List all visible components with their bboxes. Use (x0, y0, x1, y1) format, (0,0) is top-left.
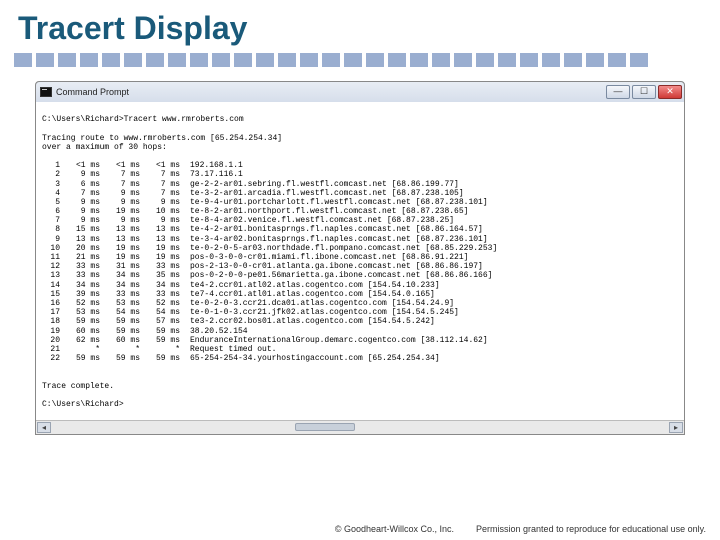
trace-hop-row: 1020 ms19 ms19 mste-0-2-0-5-ar03.northda… (42, 244, 678, 253)
scroll-right-arrow[interactable]: ▸ (669, 422, 683, 433)
copyright-text: © Goodheart-Willcox Co., Inc. (335, 524, 454, 534)
trace-hop-row: 1652 ms53 ms52 mste-0-2-0-3.ccr21.dca01.… (42, 299, 678, 308)
trace-hop-row: 36 ms7 ms7 msge-2-2-ar01.sebring.fl.west… (42, 180, 678, 189)
permission-text: Permission granted to reproduce for educ… (476, 524, 706, 534)
window-titlebar: Command Prompt — ☐ ✕ (36, 82, 684, 102)
cmd-icon (40, 87, 52, 97)
trace-hop-row: 79 ms9 ms9 mste-8-4-ar02.venice.fl.westf… (42, 216, 678, 225)
terminal-output: C:\Users\Richard>Tracert www.rmroberts.c… (36, 102, 684, 420)
divider (0, 53, 720, 67)
trace-hop-row: 2062 ms60 ms59 msEnduranceInternationalG… (42, 336, 678, 345)
trace-intro: Tracing route to www.rmroberts.com [65.2… (42, 134, 282, 143)
trace-hop-row: 59 ms9 ms9 mste-9-4-ur01.portcharlott.fl… (42, 198, 678, 207)
window-title: Command Prompt (56, 87, 129, 97)
maximize-button[interactable]: ☐ (632, 85, 656, 99)
trace-hop-row: 1434 ms34 ms34 mste4-2.ccr01.atl02.atlas… (42, 281, 678, 290)
trace-hop-row: 1753 ms54 ms54 mste-0-1-0-3.ccr21.jfk02.… (42, 308, 678, 317)
trace-intro-2: over a maximum of 30 hops: (42, 143, 167, 152)
trace-hop-row: 1233 ms31 ms33 mspos-2-13-0-0-cr01.atlan… (42, 262, 678, 271)
slide-footer: © Goodheart-Willcox Co., Inc. Permission… (335, 524, 706, 534)
minimize-button[interactable]: — (606, 85, 630, 99)
trace-hop-row: 815 ms13 ms13 mste-4-2-ar01.bonitasprngs… (42, 225, 678, 234)
trace-hop-row: 2259 ms59 ms59 ms65-254-254-34.yourhosti… (42, 354, 678, 363)
prompt-line-2: C:\Users\Richard> (42, 400, 124, 409)
trace-hop-row: 913 ms13 ms13 mste-3-4-ar02.bonitasprngs… (42, 235, 678, 244)
trace-hop-row: 1859 ms59 ms57 mste3-2.ccr02.bos01.atlas… (42, 317, 678, 326)
trace-hop-row: 47 ms9 ms7 mste-3-2-ar01.arcadia.fl.west… (42, 189, 678, 198)
horizontal-scrollbar[interactable]: ◂ ▸ (36, 420, 684, 434)
scroll-thumb[interactable] (295, 423, 355, 431)
close-button[interactable]: ✕ (658, 85, 682, 99)
trace-complete: Trace complete. (42, 382, 114, 391)
trace-hop-row: 1<1 ms<1 ms<1 ms192.168.1.1 (42, 161, 678, 170)
trace-hop-row: 1121 ms19 ms19 mspos-0-3-0-0-cr01.miami.… (42, 253, 678, 262)
trace-hop-row: 69 ms19 ms10 mste-8-2-ar01.northport.fl.… (42, 207, 678, 216)
slide-title: Tracert Display (0, 0, 720, 53)
trace-hop-row: 21***Request timed out. (42, 345, 678, 354)
prompt-line: C:\Users\Richard>Tracert www.rmroberts.c… (42, 115, 244, 124)
trace-hop-row: 1333 ms34 ms35 mspos-0-2-0-0-pe01.56mari… (42, 271, 678, 280)
trace-hop-row: 1539 ms33 ms33 mste7-4.ccr01.atl01.atlas… (42, 290, 678, 299)
trace-hop-row: 29 ms7 ms7 ms73.17.116.1 (42, 170, 678, 179)
trace-hop-row: 1960 ms59 ms59 ms38.20.52.154 (42, 327, 678, 336)
command-prompt-window: Command Prompt — ☐ ✕ C:\Users\Richard>Tr… (35, 81, 685, 435)
scroll-left-arrow[interactable]: ◂ (37, 422, 51, 433)
